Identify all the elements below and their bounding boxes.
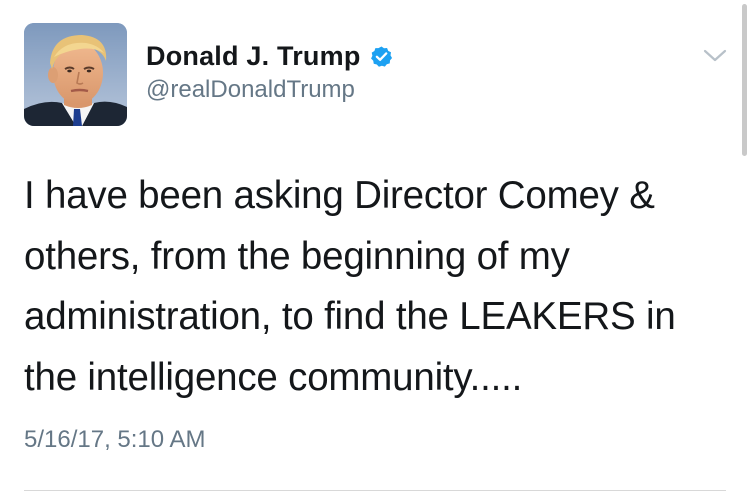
divider [24,490,726,491]
tweet-text-line: others, from the beginning of my [24,234,570,278]
tweet-text-line: administration, to find the LEAKERS in [24,295,676,338]
verified-badge-icon [370,45,393,68]
username-handle[interactable]: @realDonaldTrump [146,76,355,104]
tweet-card: Donald J. Trump @realDonaldTrump I have … [0,0,750,501]
tweet-text: I have been asking Director Comey & othe… [24,166,724,408]
tweet-text-line: the intelligence community..... [24,355,523,399]
display-name[interactable]: Donald J. Trump [146,41,361,72]
chevron-down-icon[interactable] [702,47,728,65]
tweet-timestamp[interactable]: 5/16/17, 5:10 AM [24,426,205,454]
tweet-text-line: I have been asking Director Comey & [24,174,655,217]
scrollbar[interactable] [742,4,747,156]
author-name-row[interactable]: Donald J. Trump [146,38,393,74]
avatar[interactable] [24,23,127,126]
